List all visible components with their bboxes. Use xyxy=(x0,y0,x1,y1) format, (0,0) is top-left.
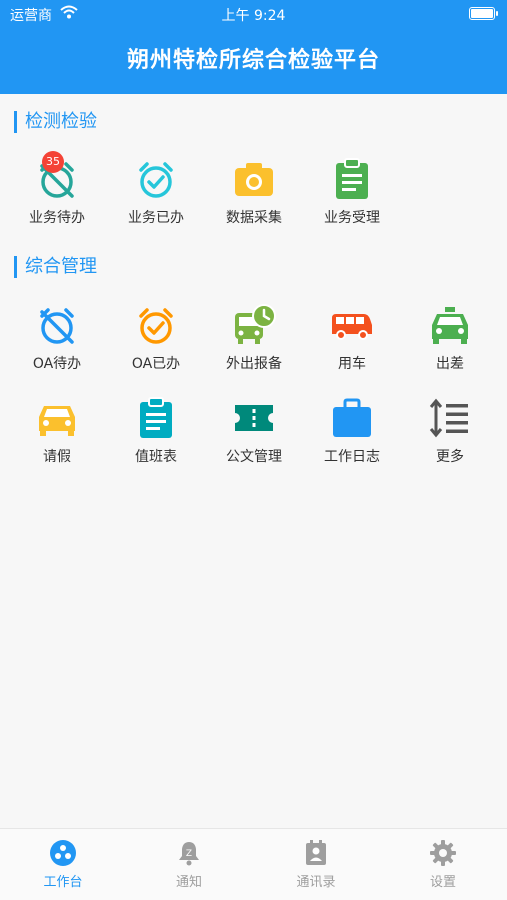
grid-item-label: 用车 xyxy=(338,356,366,372)
grid-item-label: 业务已办 xyxy=(128,210,184,226)
taxi-icon xyxy=(432,307,468,344)
tab-workbench[interactable]: 工作台 xyxy=(0,839,126,890)
sort-lines-icon xyxy=(429,398,468,438)
ticket-icon xyxy=(235,405,273,431)
alarm-check-icon xyxy=(139,308,173,344)
grid-item-vehicle-use[interactable]: 用车 xyxy=(303,303,401,373)
grid-item-more[interactable]: 更多 xyxy=(401,396,499,466)
tab-label: 通知 xyxy=(175,875,202,890)
tab-label: 工作台 xyxy=(43,875,83,890)
alarm-check-icon xyxy=(139,162,173,198)
grid-item-label: OA已办 xyxy=(131,356,181,372)
grid-item-label: 业务受理 xyxy=(324,210,380,226)
tab-label: 设置 xyxy=(429,875,456,890)
grid-item-label: 值班表 xyxy=(135,449,177,465)
grid-item-oa-done[interactable]: OA已办 xyxy=(107,303,205,373)
grid-item-label: 业务待办 xyxy=(29,210,85,226)
grid-item-business-done[interactable]: 业务已办 xyxy=(107,157,205,227)
grid-item-business-trip[interactable]: 出差 xyxy=(401,303,499,373)
grid-item-label: 更多 xyxy=(436,449,464,465)
grid-item-label: 出差 xyxy=(436,356,464,372)
grid-item-document-management[interactable]: 公文管理 xyxy=(205,396,303,466)
car-icon xyxy=(39,406,75,436)
grid-item-data-collection[interactable]: 数据采集 xyxy=(205,157,303,227)
bell-icon: Z xyxy=(179,842,199,866)
grid-item-business-todo[interactable]: 35 业务待办 xyxy=(8,151,106,227)
clipboard-icon xyxy=(336,158,368,199)
section-title-inspection: 检测检验 xyxy=(14,111,97,133)
camera-icon xyxy=(235,163,273,196)
tab-label: 通讯录 xyxy=(296,875,336,890)
contacts-icon xyxy=(306,840,326,865)
tab-notifications[interactable]: Z 通知 xyxy=(126,839,252,890)
bus-clock-icon xyxy=(235,304,276,344)
todo-count-badge: 35 xyxy=(42,151,64,173)
grid-item-outing-report[interactable]: 外出报备 xyxy=(205,303,303,373)
workbench-icon xyxy=(50,840,76,866)
alarm-off-icon xyxy=(40,308,74,344)
grid-item-duty-roster[interactable]: 值班表 xyxy=(107,396,205,466)
bottom-tab-bar: 工作台 Z 通知 通讯录 设置 xyxy=(0,828,507,900)
grid-item-oa-todo[interactable]: OA待办 xyxy=(8,303,106,373)
grid-item-label: 数据采集 xyxy=(226,210,282,226)
van-icon xyxy=(332,314,372,340)
svg-text:Z: Z xyxy=(186,849,192,859)
section-title-management: 综合管理 xyxy=(14,256,97,278)
tab-settings[interactable]: 设置 xyxy=(380,839,506,890)
grid-item-business-acceptance[interactable]: 业务受理 xyxy=(303,157,401,227)
page-title: 朔州特检所综合检验平台 xyxy=(126,48,380,73)
app-header: 运营商 上午 9:24 朔州特检所综合检验平台 xyxy=(0,0,507,94)
battery-icon xyxy=(469,7,498,20)
gear-icon xyxy=(430,840,456,866)
grid-item-label: OA待办 xyxy=(32,356,82,372)
status-bar: 运营商 上午 9:24 xyxy=(0,0,507,28)
grid-item-label: 外出报备 xyxy=(226,356,282,372)
briefcase-icon xyxy=(333,398,371,437)
grid-item-label: 公文管理 xyxy=(226,449,282,465)
grid-item-label: 请假 xyxy=(43,449,71,465)
status-time: 上午 9:24 xyxy=(221,8,286,24)
grid-item-label: 工作日志 xyxy=(324,449,380,465)
tab-contacts[interactable]: 通讯录 xyxy=(253,839,379,890)
grid-item-leave-request[interactable]: 请假 xyxy=(8,396,106,466)
clipboard-text-icon xyxy=(140,397,172,438)
grid-item-work-log[interactable]: 工作日志 xyxy=(303,396,401,466)
